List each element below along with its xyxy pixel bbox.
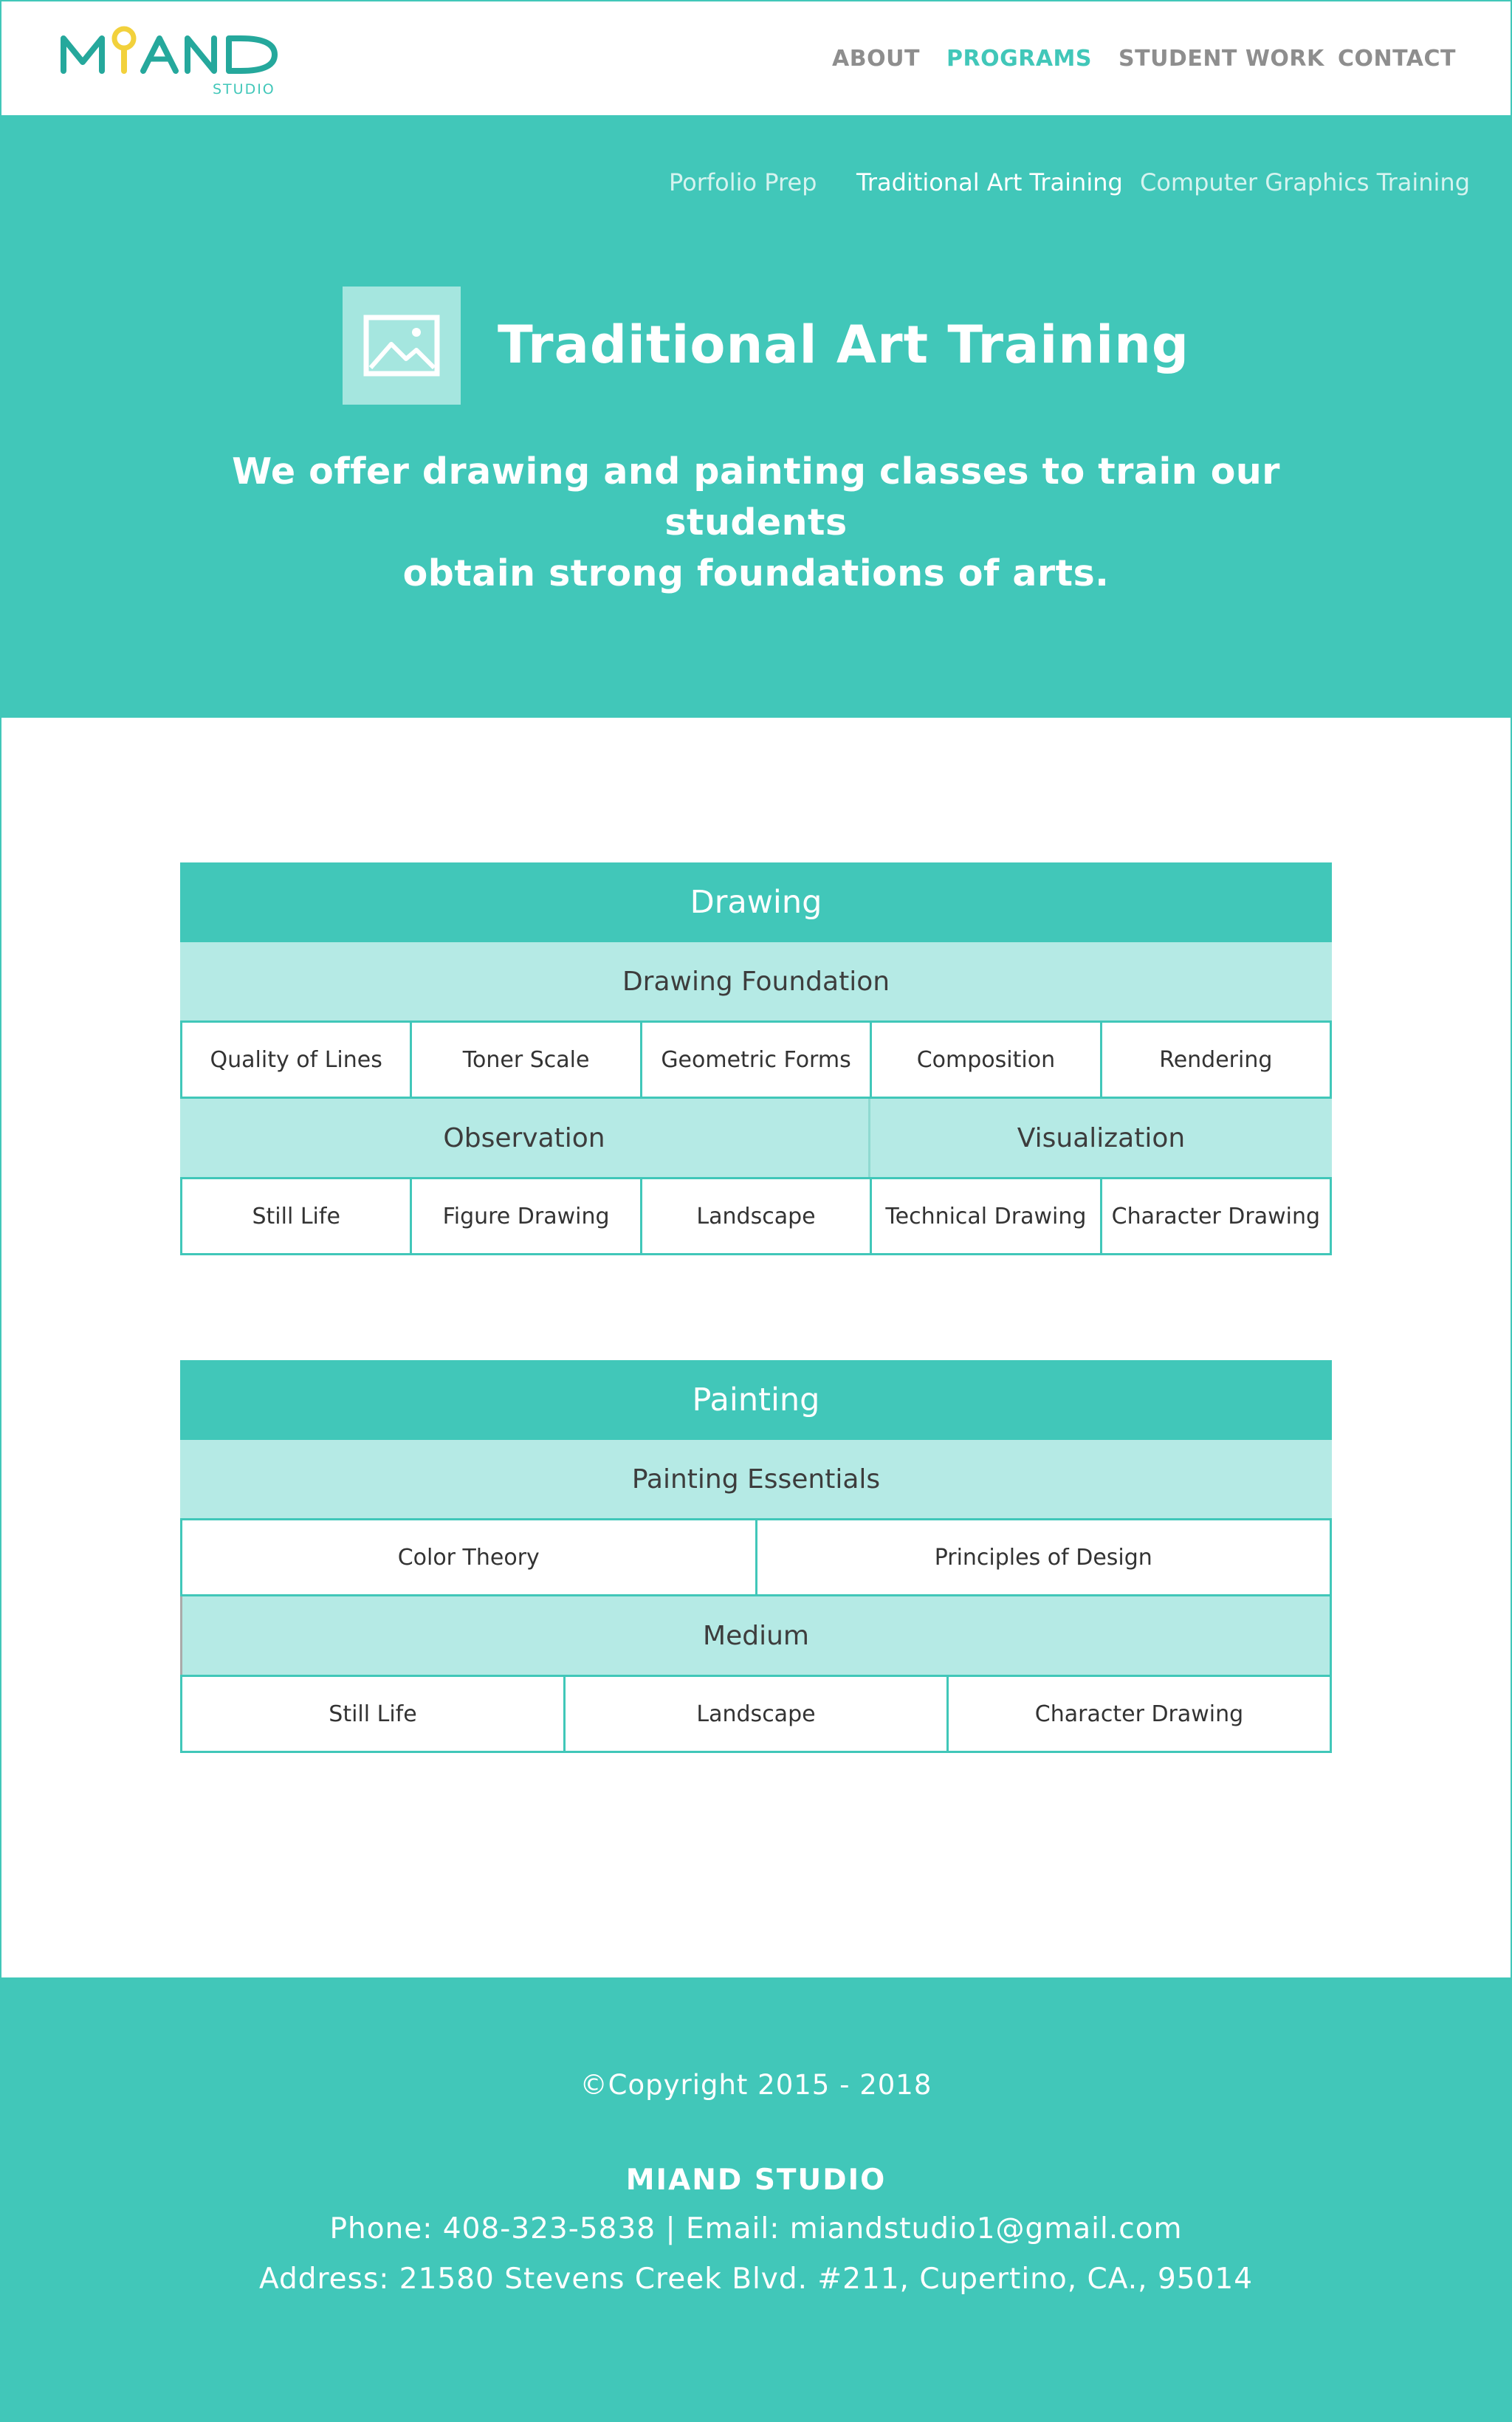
drawing-split-headings: Observation Visualization [180, 1099, 1332, 1177]
course-quality-of-lines[interactable]: Quality of Lines [180, 1020, 413, 1099]
copyright-text: ©Copyright 2015 - 2018 [580, 2069, 932, 2101]
company-name: MIAND STUDIO [625, 2164, 887, 2197]
painting-medium-row: Still Life Landscape Character Drawing [180, 1675, 1332, 1753]
course-toner-scale[interactable]: Toner Scale [410, 1020, 642, 1099]
course-color-theory[interactable]: Color Theory [180, 1518, 757, 1596]
subnav-computer-graphics[interactable]: Computer Graphics Training [1140, 168, 1470, 196]
nav-contact[interactable]: CONTACT [1338, 46, 1456, 72]
drawing-foundation-row: Quality of Lines Toner Scale Geometric F… [180, 1020, 1333, 1099]
course-medium-character-drawing[interactable]: Character Drawing [946, 1675, 1332, 1753]
course-technical-drawing[interactable]: Technical Drawing [870, 1177, 1102, 1255]
painting-curriculum: Painting Painting Essentials Color Theor… [180, 1360, 1332, 1753]
course-landscape[interactable]: Landscape [639, 1177, 873, 1255]
hero-title: Traditional Art Training [498, 315, 1190, 375]
observation-heading: Observation [180, 1099, 870, 1177]
course-medium-still-life[interactable]: Still Life [180, 1675, 566, 1753]
logo-subtitle: STUDIO [213, 81, 275, 97]
nav-student-work[interactable]: STUDENT WORK [1118, 46, 1324, 72]
course-principles-of-design[interactable]: Principles of Design [755, 1518, 1332, 1596]
hero-subtitle: We offer drawing and painting classes to… [148, 446, 1364, 599]
course-geometric-forms[interactable]: Geometric Forms [639, 1020, 873, 1099]
medium-heading: Medium [180, 1596, 1332, 1675]
nav-about[interactable]: ABOUT [832, 46, 920, 72]
contact-info: Phone: 408-323-5838 | Email: miandstudio… [329, 2212, 1183, 2246]
course-character-drawing[interactable]: Character Drawing [1099, 1177, 1333, 1255]
visualization-heading: Visualization [870, 1099, 1332, 1177]
subnav-traditional-art[interactable]: Traditional Art Training [856, 168, 1123, 196]
nav-programs[interactable]: PROGRAMS [946, 46, 1092, 72]
course-figure-drawing[interactable]: Figure Drawing [410, 1177, 642, 1255]
main-navigation: ABOUT PROGRAMS STUDENT WORK CONTACT [0, 46, 1512, 75]
address-info: Address: 21580 Stevens Creek Blvd. #211,… [258, 2263, 1254, 2296]
hero-subtitle-line-1: We offer drawing and painting classes to… [232, 450, 1280, 543]
site-header: STUDIO ABOUT PROGRAMS STUDENT WORK CONTA… [0, 0, 1512, 117]
course-medium-landscape[interactable]: Landscape [563, 1675, 949, 1753]
drawing-title: Drawing [180, 862, 1332, 942]
drawing-foundation-heading: Drawing Foundation [180, 942, 1332, 1020]
course-still-life[interactable]: Still Life [180, 1177, 413, 1255]
hero-section: Porfolio Prep Traditional Art Training C… [0, 117, 1512, 718]
painting-title: Painting [180, 1360, 1332, 1440]
course-rendering[interactable]: Rendering [1099, 1020, 1333, 1099]
image-icon [343, 287, 461, 405]
subnav-portfolio-prep[interactable]: Porfolio Prep [669, 168, 817, 196]
painting-essentials-heading: Painting Essentials [180, 1440, 1332, 1518]
hero-subtitle-line-2: obtain strong foundations of arts. [402, 552, 1110, 594]
painting-essentials-row: Color Theory Principles of Design [180, 1518, 1332, 1596]
course-composition[interactable]: Composition [870, 1020, 1102, 1099]
site-footer: ©Copyright 2015 - 2018 MIAND STUDIO Phon… [0, 1977, 1512, 2422]
drawing-sub-row: Still Life Figure Drawing Landscape Tech… [180, 1177, 1333, 1255]
drawing-curriculum: Drawing Drawing Foundation Quality of Li… [180, 862, 1333, 1255]
